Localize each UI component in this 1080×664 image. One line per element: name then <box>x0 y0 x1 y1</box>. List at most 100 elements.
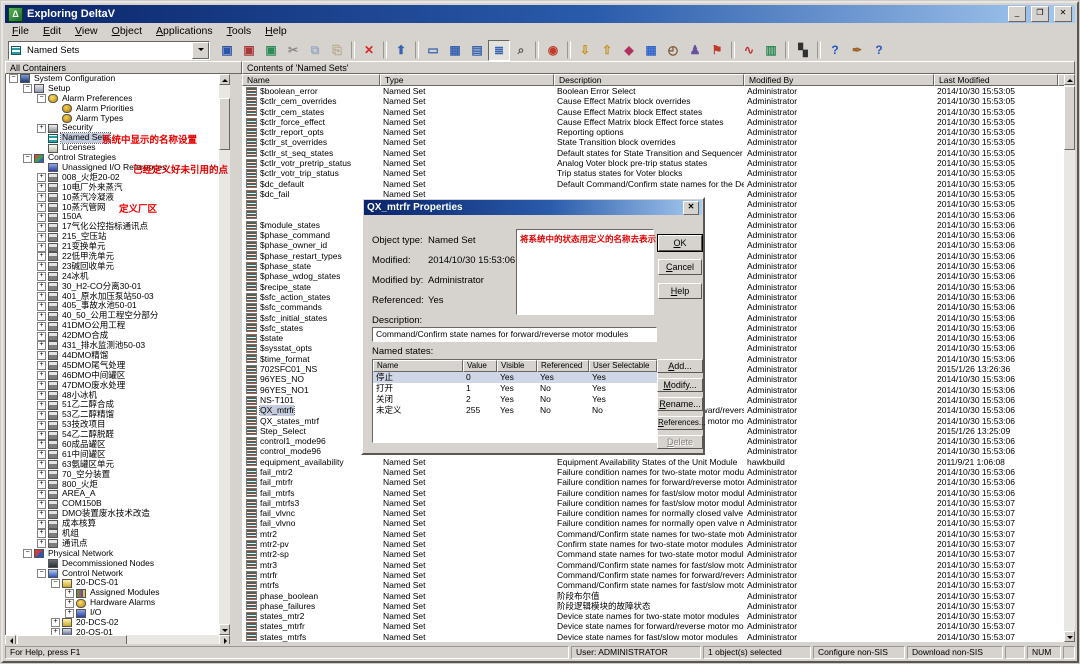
tree-item[interactable]: − System Configuration <box>6 74 231 84</box>
panel-splitter[interactable] <box>230 74 242 647</box>
download-icon[interactable]: ⇩ <box>574 40 596 61</box>
tree-expander-icon[interactable]: + <box>37 223 46 232</box>
toolbar-icon[interactable] <box>567 41 571 59</box>
filter-icon[interactable]: ⌕ <box>510 40 532 61</box>
toolbar-icon[interactable] <box>731 41 735 59</box>
tree-expander-icon[interactable]: + <box>37 500 46 509</box>
menu-item[interactable]: View <box>68 24 105 38</box>
menu-item[interactable]: Object <box>105 24 149 38</box>
tree-item[interactable]: + 63氨罐区单元 <box>6 460 231 470</box>
tree-expander-icon[interactable]: + <box>37 203 46 212</box>
tree-expander-icon[interactable]: + <box>65 599 74 608</box>
menu-item[interactable]: Applications <box>149 24 220 38</box>
context-help-icon[interactable]: ? <box>868 40 890 61</box>
tree-expander-icon[interactable]: + <box>37 193 46 202</box>
tree-expander-icon[interactable]: − <box>9 74 18 83</box>
column-header[interactable]: Description <box>554 74 744 86</box>
menu-item[interactable]: Edit <box>36 24 68 38</box>
打开[interactable]: 打开 1 Yes No Yes <box>373 383 657 394</box>
停止[interactable]: 停止 0 Yes Yes Yes <box>373 372 657 383</box>
ok-button[interactable]: OK <box>658 235 702 251</box>
details-view-icon[interactable]: ≣ <box>488 40 510 61</box>
tree-expander-icon[interactable]: + <box>37 440 46 449</box>
$ctlr_cem_overrides[interactable]: $ctlr_cem_overrides Named Set Cause Effe… <box>242 96 1064 106</box>
tree-item[interactable]: + 70_空分装置 <box>6 470 231 480</box>
$ctlr_report_opts[interactable]: $ctlr_report_opts Named Set Reporting op… <box>242 127 1064 137</box>
mtrfs[interactable]: mtrfs Named Set Command/Confirm state na… <box>242 580 1064 590</box>
small-icons-view-icon[interactable]: ▦ <box>444 40 466 61</box>
tune-icon[interactable]: ▥ <box>760 40 782 61</box>
tree-expander-icon[interactable]: + <box>37 252 46 261</box>
tree-expander-icon[interactable]: + <box>65 609 74 618</box>
states_mtr2[interactable]: states_mtr2 Named Set Device state names… <box>242 611 1064 621</box>
add-button[interactable]: Add... <box>657 359 703 373</box>
description-field[interactable]: Command/Confirm state names for forward/… <box>372 327 657 342</box>
tree-expander-icon[interactable]: + <box>37 351 46 360</box>
tree-expander-icon[interactable]: + <box>37 529 46 538</box>
selector-dropdown-button[interactable] <box>192 42 209 59</box>
tree-expander-icon[interactable]: − <box>23 154 32 163</box>
tree-expander-icon[interactable]: + <box>37 262 46 271</box>
paste-icon[interactable]: ⎘ <box>326 40 348 61</box>
tree-expander-icon[interactable]: + <box>37 520 46 529</box>
menu-item[interactable]: File <box>5 24 36 38</box>
toolbar-icon[interactable] <box>535 41 539 59</box>
tree-vscroll-thumb[interactable] <box>219 98 230 150</box>
tree-item[interactable]: + 41DMO公用工程 <box>6 321 231 331</box>
tree-expander-icon[interactable]: + <box>37 450 46 459</box>
tree-expander-icon[interactable]: + <box>37 411 46 420</box>
$ctlr_st_seq_states[interactable]: $ctlr_st_seq_states Named Set Default st… <box>242 148 1064 158</box>
tree-expander-icon[interactable]: + <box>51 628 60 635</box>
equipment_availability[interactable]: equipment_availability Named Set Equipme… <box>242 457 1064 467</box>
tree-expander-icon[interactable]: + <box>37 539 46 548</box>
col-name[interactable]: Name <box>373 360 463 372</box>
trend-icon[interactable]: ∿ <box>738 40 760 61</box>
$ctlr_votr_pretrip_status[interactable]: $ctlr_votr_pretrip_status Named Set Anal… <box>242 158 1064 168</box>
lock-unlock-icon[interactable]: ◴ <box>662 40 684 61</box>
list-vscroll-thumb[interactable] <box>1064 86 1075 150</box>
tree-item[interactable]: + 48小冰机 <box>6 391 231 401</box>
scroll-up-icon[interactable] <box>219 74 230 85</box>
scroll-down-icon[interactable] <box>1064 631 1075 642</box>
object-type-selector[interactable]: Named Sets <box>8 41 210 60</box>
diagnostics-icon[interactable]: ▚ <box>792 40 814 61</box>
tree-expander-icon[interactable]: + <box>37 341 46 350</box>
tree-expander-icon[interactable]: + <box>37 173 46 182</box>
cut-icon[interactable]: ✂ <box>282 40 304 61</box>
tree-expander-icon[interactable]: + <box>37 183 46 192</box>
list-view-icon[interactable]: ▤ <box>466 40 488 61</box>
tree-item[interactable]: + 53乙二醇精馏 <box>6 410 231 420</box>
toolbar-icon[interactable] <box>383 41 387 59</box>
tree-expander-icon[interactable]: − <box>37 569 46 578</box>
tree-item[interactable]: + 53技改项目 <box>6 420 231 430</box>
tree-expander-icon[interactable]: − <box>37 94 46 103</box>
cancel-button[interactable]: Cancel <box>658 259 702 275</box>
menu-item[interactable]: Tools <box>220 24 259 38</box>
fail_vlvnc[interactable]: fail_vlvnc Named Set Failure condition n… <box>242 508 1064 518</box>
books-online-icon[interactable]: ✒ <box>846 40 868 61</box>
delete-icon[interactable]: ✕ <box>358 40 380 61</box>
user-manager-icon[interactable]: ♟ <box>684 40 706 61</box>
fail_mtrfs3[interactable]: fail_mtrfs3 Named Set Failure condition … <box>242 498 1064 508</box>
states_mtrfs[interactable]: states_mtrfs Named Set Device state name… <box>242 632 1064 642</box>
$ctlr_st_overrides[interactable]: $ctlr_st_overrides Named Set State Trans… <box>242 137 1064 147</box>
column-header[interactable]: Last Modified <box>934 74 1058 86</box>
tree-item[interactable]: + 机组 <box>6 529 231 539</box>
tree-item[interactable]: + 51乙二醇合成 <box>6 400 231 410</box>
$dc_default[interactable]: $dc_default Named Set Default Command/Co… <box>242 179 1064 189</box>
column-header[interactable]: Name <box>242 74 380 86</box>
tree-expander-icon[interactable]: + <box>37 470 46 479</box>
menu-item[interactable]: Help <box>258 24 294 38</box>
large-icons-view-icon[interactable]: ▭ <box>422 40 444 61</box>
scroll-down-icon[interactable] <box>219 624 230 635</box>
fail_vlvno[interactable]: fail_vlvno Named Set Failure condition n… <box>242 518 1064 528</box>
history-icon[interactable]: ▦ <box>640 40 662 61</box>
col-visible[interactable]: Visible <box>497 360 537 372</box>
tree-item[interactable]: + 22低甲洗单元 <box>6 252 231 262</box>
tree-expander-icon[interactable]: + <box>37 421 46 430</box>
tree-expander-icon[interactable]: + <box>37 510 46 519</box>
tree-expander-icon[interactable]: − <box>23 84 32 93</box>
tree-expander-icon[interactable]: + <box>37 312 46 321</box>
tree-item[interactable]: + 61中间罐区 <box>6 450 231 460</box>
tree-expander-icon[interactable]: + <box>37 292 46 301</box>
